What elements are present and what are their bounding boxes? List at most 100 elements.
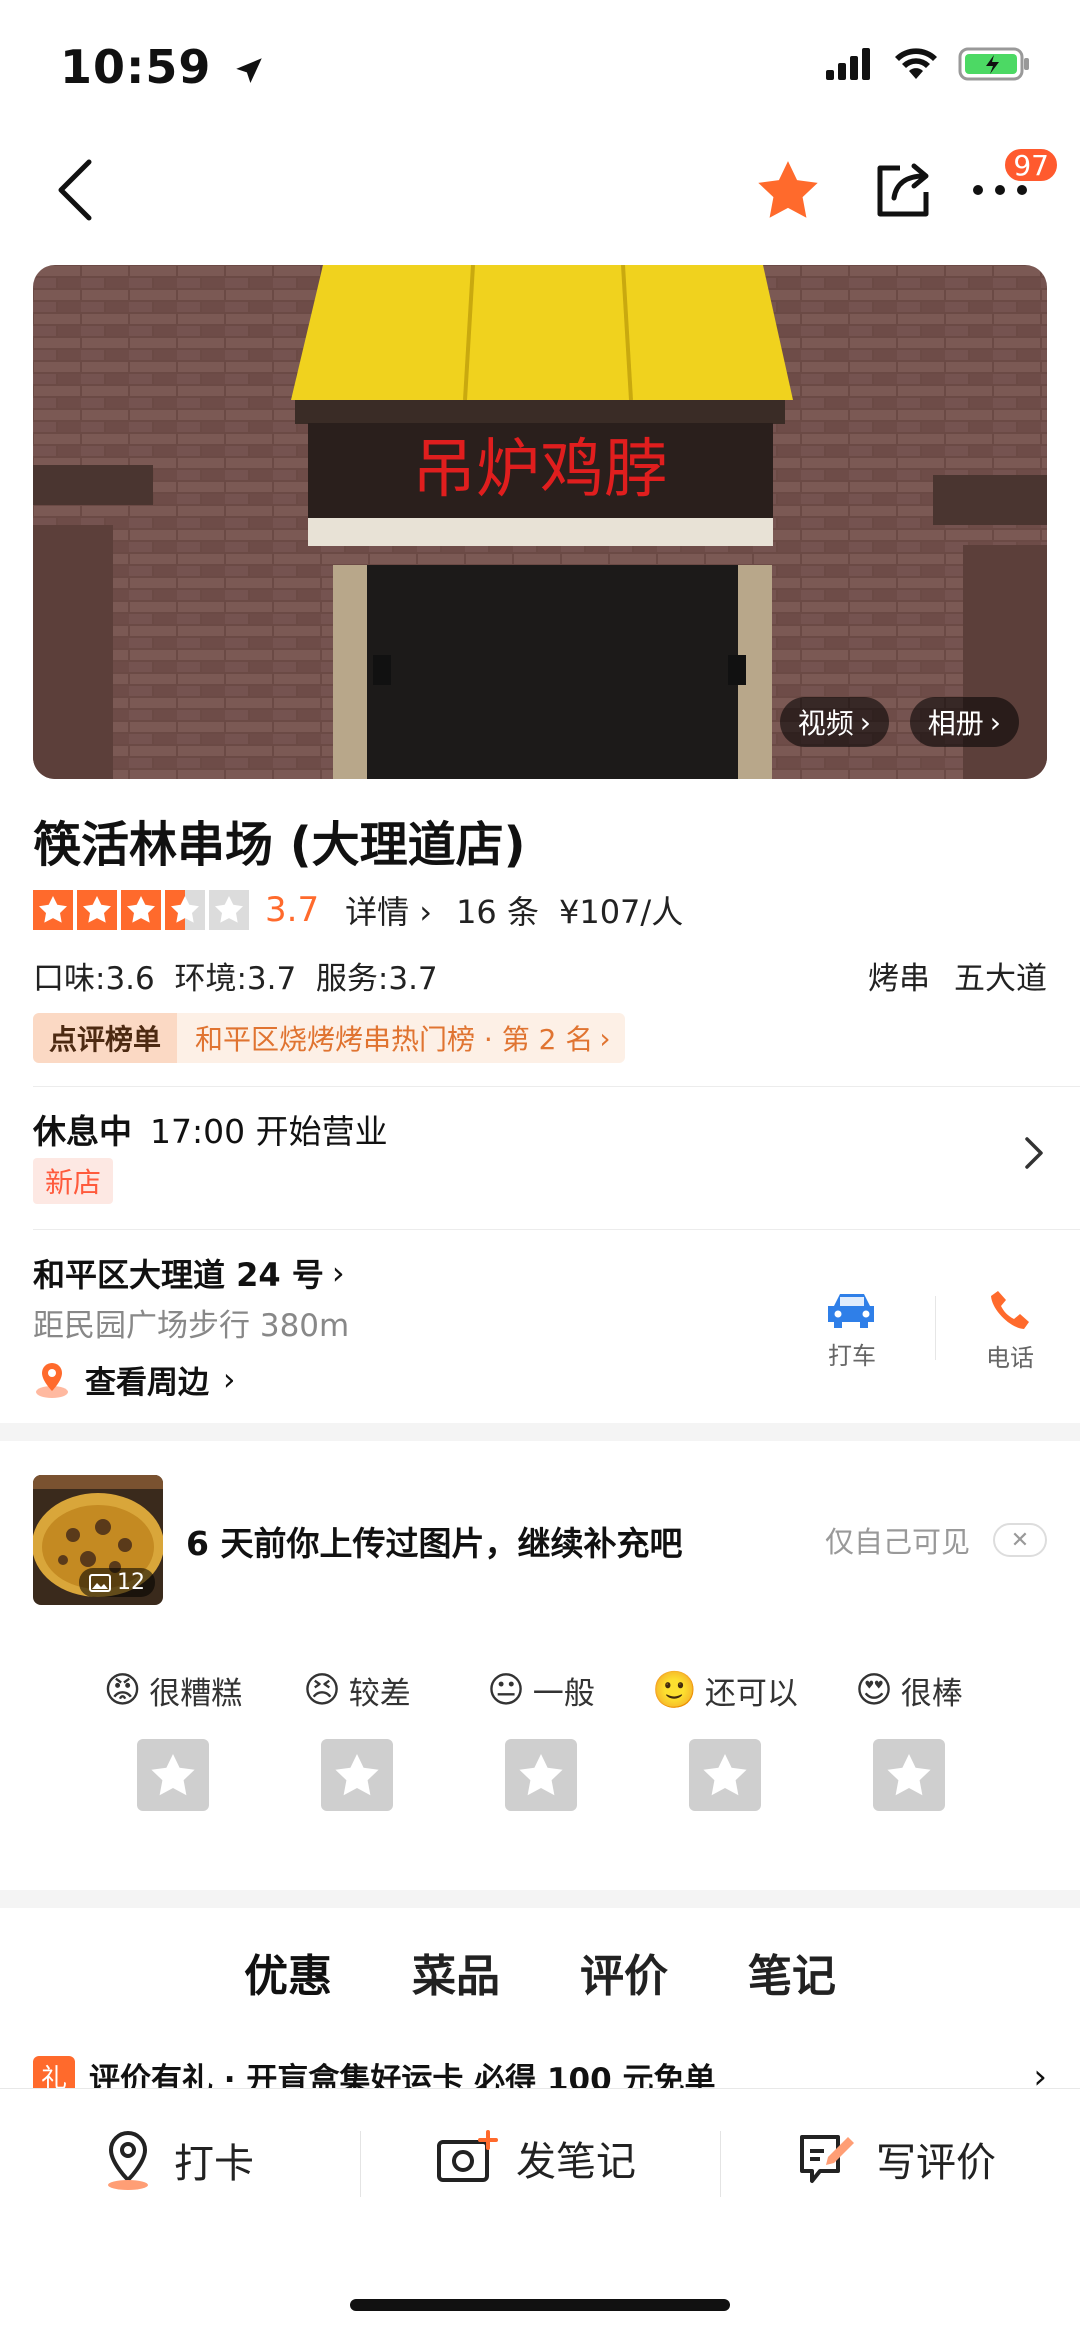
tab-notes[interactable]: 笔记 (744, 1940, 840, 2004)
camera-plus-icon (437, 2130, 498, 2182)
tab-reviews[interactable]: 评价 (576, 1940, 672, 2004)
open-status-label: 休息中 (33, 1112, 132, 1151)
review-count[interactable]: 16 条 (456, 887, 539, 933)
favorite-button[interactable] (752, 154, 824, 226)
detail-link[interactable]: 详情 › (345, 887, 432, 933)
rating-option-label: 很糟糕 (149, 1675, 243, 1712)
signal-icon (826, 48, 870, 80)
notification-badge: 97 (1002, 146, 1060, 184)
tab-deals[interactable]: 优惠 (240, 1940, 336, 2004)
shop-photo[interactable]: 吊炉鸡脖 视频 › 相册 › (33, 265, 1047, 779)
phone-button[interactable]: 电话 (986, 1288, 1034, 1373)
nearby-link[interactable]: 查看周边 › (33, 1357, 235, 1402)
emoji-icon: 🙂 (652, 1670, 697, 1711)
rating-star-icon (121, 890, 161, 930)
business-hours[interactable]: 休息中 17:00 开始营业 (33, 1105, 388, 1153)
rating-star-button[interactable] (137, 1739, 209, 1811)
video-button[interactable]: 视频 › (779, 697, 889, 747)
home-indicator (350, 2299, 730, 2311)
open-time: 17:00 开始营业 (150, 1112, 388, 1151)
taxi-label: 打车 (828, 1342, 876, 1370)
sub-scores: 口味:3.6 环境:3.7 服务:3.7 (33, 961, 438, 997)
section-separator (0, 1423, 1080, 1441)
uploaded-photo-thumbnail[interactable]: 12 (33, 1475, 163, 1605)
photo-count-badge: 12 (79, 1568, 155, 1597)
rating-star-button[interactable] (873, 1739, 945, 1811)
close-icon: ✕ (1010, 1527, 1030, 1553)
status-time: 10:59 (60, 40, 266, 94)
image-icon (89, 1573, 111, 1592)
post-note-label: 发笔记 (516, 2139, 636, 2185)
close-button[interactable]: ✕ (993, 1523, 1047, 1557)
tab-dishes[interactable]: 菜品 (408, 1940, 504, 2004)
tag-area[interactable]: 五大道 (954, 953, 1047, 998)
location-arrow-icon (236, 57, 263, 83)
emoji-icon: 😣 (303, 1669, 341, 1711)
rating-option[interactable]: 😡 很糟糕 (88, 1663, 258, 1811)
write-review-button[interactable]: 写评价 (798, 2129, 996, 2189)
post-note-button[interactable]: 发笔记 (436, 2129, 636, 2187)
checkin-button[interactable]: 打卡 (100, 2129, 254, 2191)
rating-option-head: 🙂 还可以 (652, 1663, 798, 1717)
divider (33, 1229, 1080, 1230)
rating-star-icon (209, 890, 249, 930)
rating-option-label: 一般 (532, 1675, 595, 1712)
rating-stars (33, 890, 253, 930)
storefront-image: 吊炉鸡脖 (33, 265, 1047, 779)
rating-option-label: 很棒 (900, 1675, 963, 1712)
address-link[interactable]: 和平区大理道 24 号 › (33, 1250, 345, 1296)
album-label: 相册 (927, 707, 984, 740)
ranking-banner[interactable]: 点评榜单 和平区烧烤烤串热门榜 · 第 2 名 › (33, 1013, 625, 1063)
more-dots-icon (973, 185, 1027, 195)
rating-star-button[interactable] (505, 1739, 577, 1811)
tag-category[interactable]: 烤串 (868, 953, 930, 998)
avg-price: ¥107/人 (558, 893, 684, 931)
phone-icon (991, 1291, 1029, 1329)
rating-option-head: 😐 一般 (487, 1663, 595, 1717)
star-outline-icon (335, 1754, 379, 1796)
hours-chevron-icon[interactable] (1024, 1136, 1044, 1179)
rating-option-head: 😣 较差 (303, 1663, 411, 1717)
back-button[interactable] (40, 150, 110, 230)
detail-label: 详情 (345, 893, 410, 931)
rating-option[interactable]: 😍 很棒 (824, 1663, 994, 1811)
status-icons (826, 46, 1030, 82)
divider (360, 2131, 361, 2197)
divider (33, 1086, 1080, 1087)
battery-icon (958, 47, 1029, 81)
sign-text: 吊炉鸡脖 (412, 433, 668, 507)
star-outline-icon (519, 1754, 563, 1796)
taxi-button[interactable]: 打车 (826, 1290, 878, 1371)
chevron-right-icon: › (331, 1254, 345, 1292)
rating-star-button[interactable] (689, 1739, 761, 1811)
rating-star-button[interactable] (321, 1739, 393, 1811)
rating-option-label: 较差 (348, 1675, 411, 1712)
rating-option[interactable]: 🙂 还可以 (640, 1663, 810, 1811)
emoji-icon: 😍 (855, 1669, 893, 1711)
emoji-icon: 😐 (487, 1669, 525, 1711)
photo-count: 12 (117, 1570, 145, 1595)
video-label: 视频 (797, 707, 854, 740)
share-button[interactable] (866, 152, 940, 226)
chevron-right-icon: › (599, 1021, 611, 1055)
rating-option[interactable]: 😐 一般 (456, 1663, 626, 1811)
share-icon (877, 163, 929, 217)
content-tabs: 优惠 菜品 评价 笔记 (0, 1940, 1080, 2004)
rating-star-icon (33, 890, 73, 930)
rating-option[interactable]: 😣 较差 (272, 1663, 442, 1811)
album-button[interactable]: 相册 › (909, 697, 1019, 747)
rating-star-icon (165, 890, 205, 930)
rating-star-icon (77, 890, 117, 930)
car-icon (828, 1294, 874, 1328)
chevron-left-icon (58, 159, 92, 221)
checkin-label: 打卡 (174, 2141, 254, 2187)
upload-prompt-text[interactable]: 6 天前你上传过图片，继续补充吧 (186, 1517, 682, 1565)
phone-label: 电话 (986, 1344, 1034, 1372)
location-pin-icon (108, 2130, 148, 2190)
section-separator (0, 1890, 1080, 1908)
nearby-label: 查看周边 (85, 1365, 209, 1401)
divider (935, 1296, 936, 1360)
star-outline-icon (703, 1754, 747, 1796)
rating-score: 3.7 (265, 890, 320, 930)
chevron-right-icon: › (223, 1361, 236, 1398)
